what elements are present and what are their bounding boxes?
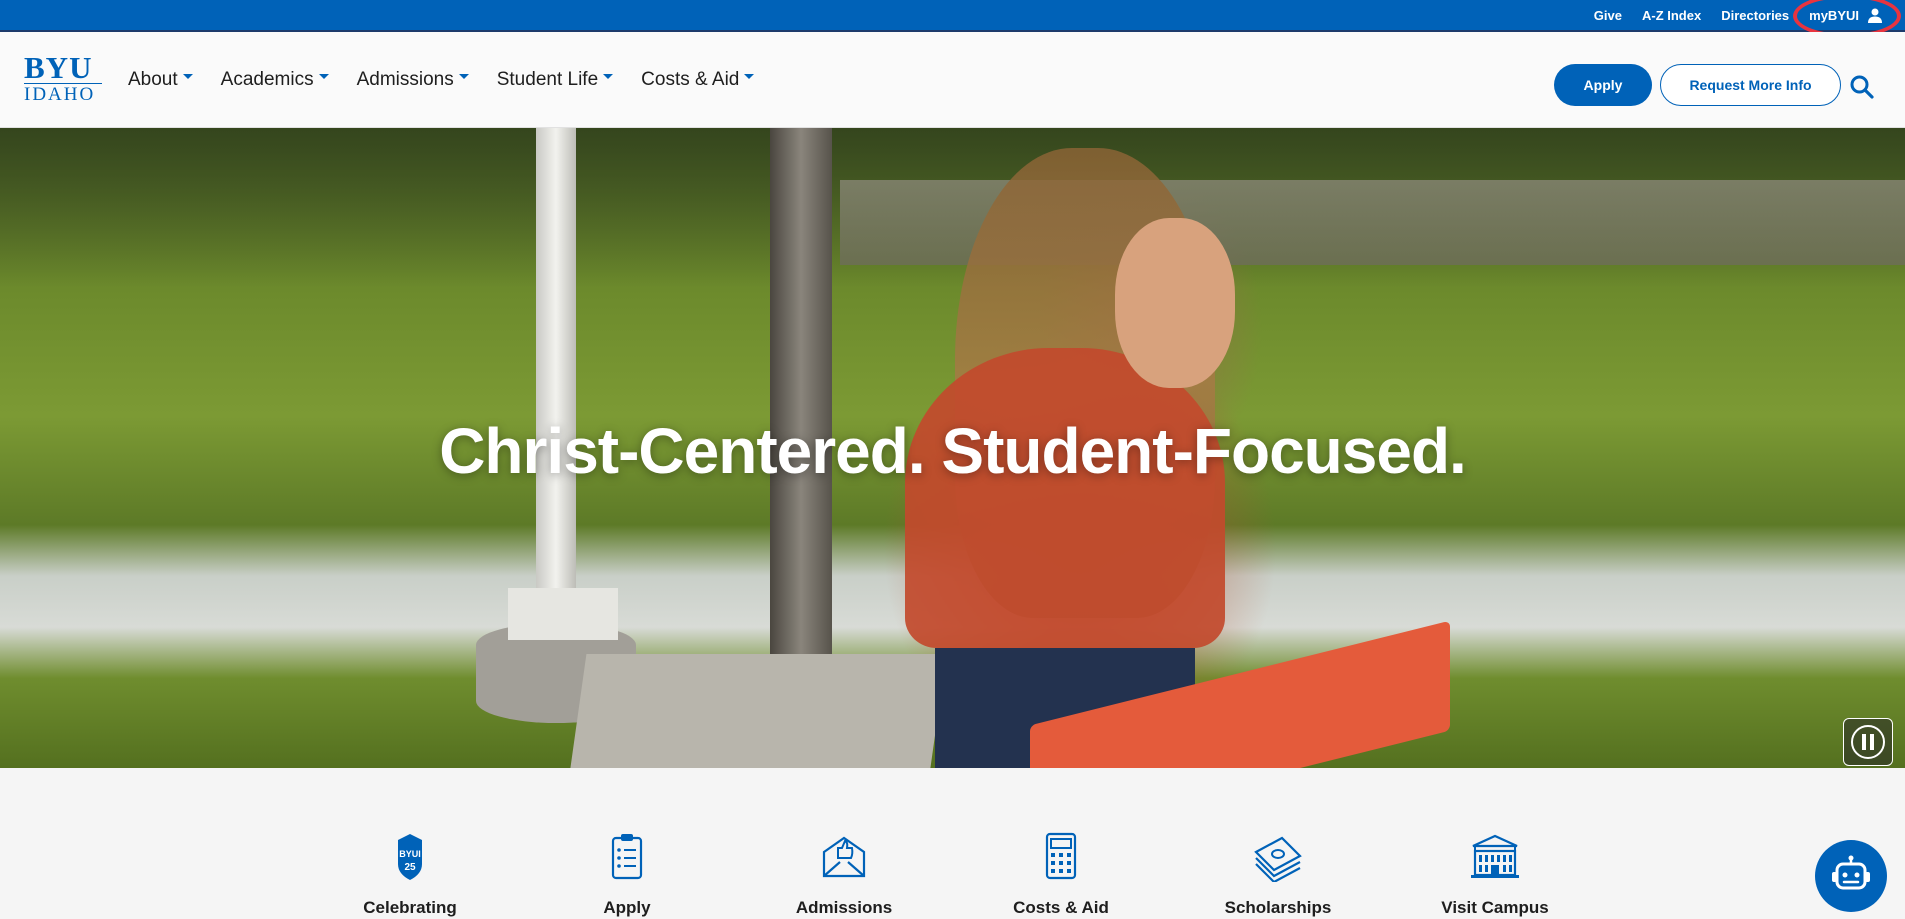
- nav-label: Student Life: [496, 69, 599, 90]
- envelope-thumbs-up-icon: [822, 836, 866, 878]
- hero-bench: [569, 654, 947, 768]
- logo-idaho-text: IDAHO: [24, 84, 96, 105]
- quick-link-scholarships[interactable]: Scholarships: [1193, 830, 1363, 918]
- mybyui-link[interactable]: myBYUI: [1793, 0, 1902, 38]
- main-header: BYU IDAHO About Academics Admissions Stu…: [0, 32, 1905, 128]
- nav-label: Academics: [220, 69, 314, 90]
- give-link[interactable]: Give: [1594, 8, 1622, 23]
- badge-text: BYUI: [399, 849, 421, 859]
- quick-link-label: Visit Campus: [1441, 898, 1549, 917]
- hero-tree-trunk: [770, 128, 832, 688]
- user-icon: [1868, 8, 1882, 23]
- quick-link-label: Celebrating: [363, 898, 457, 917]
- building-icon: [1471, 834, 1519, 878]
- request-info-button[interactable]: Request More Info: [1660, 64, 1841, 106]
- nav-item-costs-aid[interactable]: Costs & Aid: [641, 69, 755, 91]
- clipboard-icon: [611, 834, 643, 880]
- quick-links: BYUI 25 Celebrating Apply Admissions Cos…: [0, 768, 1905, 919]
- hero-pole-base: [508, 588, 618, 640]
- calculator-icon: [1045, 832, 1077, 880]
- robot-icon: [1832, 855, 1870, 890]
- main-nav: About Academics Admissions Student Life …: [128, 32, 782, 128]
- chat-bot-button[interactable]: [1815, 840, 1887, 912]
- nav-item-student-life[interactable]: Student Life: [496, 69, 614, 91]
- quick-link-label: Costs & Aid: [1013, 898, 1109, 917]
- nav-label: Costs & Aid: [641, 69, 740, 90]
- hero-banner: Christ-Centered. Student-Focused.: [0, 128, 1905, 768]
- quick-link-label: Admissions: [795, 898, 893, 917]
- nav-label: Admissions: [356, 69, 454, 90]
- quick-link-visit-campus[interactable]: Visit Campus: [1410, 830, 1580, 918]
- nav-label: About: [128, 69, 178, 90]
- mybyui-label: myBYUI: [1809, 7, 1859, 23]
- badge-number: 25: [404, 862, 416, 873]
- logo-byu-text: BYU: [24, 50, 93, 85]
- byui-25-icon: BYUI 25: [398, 834, 422, 880]
- caret-down-icon: [318, 73, 329, 79]
- pause-video-button[interactable]: [1843, 718, 1893, 766]
- hero-student-shirt: [905, 348, 1225, 648]
- hero-pole: [536, 128, 576, 598]
- quick-link-label: Apply: [603, 898, 651, 917]
- directories-link[interactable]: Directories: [1721, 8, 1789, 23]
- quick-link-costs-aid[interactable]: Costs & Aid: [976, 830, 1146, 918]
- hero-headline: Christ-Centered. Student-Focused.: [439, 415, 1467, 487]
- nav-item-admissions[interactable]: Admissions: [357, 69, 469, 91]
- nav-item-academics[interactable]: Academics: [221, 69, 329, 91]
- money-stack-icon: [1254, 836, 1302, 882]
- quick-link-label: Scholarships: [1224, 898, 1332, 917]
- pause-icon: [1851, 725, 1885, 759]
- caret-down-icon: [458, 73, 469, 79]
- utility-bar: Give A-Z Index Directories myBYUI: [0, 0, 1905, 38]
- hero-student-face: [1115, 218, 1235, 388]
- quick-link-admissions[interactable]: Admissions: [759, 830, 929, 918]
- caret-down-icon: [744, 73, 755, 79]
- caret-down-icon: [182, 73, 193, 79]
- search-icon[interactable]: [1849, 74, 1875, 100]
- byu-idaho-logo[interactable]: BYU IDAHO: [24, 50, 102, 105]
- nav-item-about[interactable]: About: [128, 69, 193, 91]
- az-index-link[interactable]: A-Z Index: [1642, 8, 1701, 23]
- quick-link-apply[interactable]: Apply: [542, 830, 712, 918]
- apply-button[interactable]: Apply: [1554, 64, 1652, 106]
- caret-down-icon: [603, 73, 614, 79]
- quick-link-celebrating[interactable]: BYUI 25 Celebrating: [325, 830, 495, 918]
